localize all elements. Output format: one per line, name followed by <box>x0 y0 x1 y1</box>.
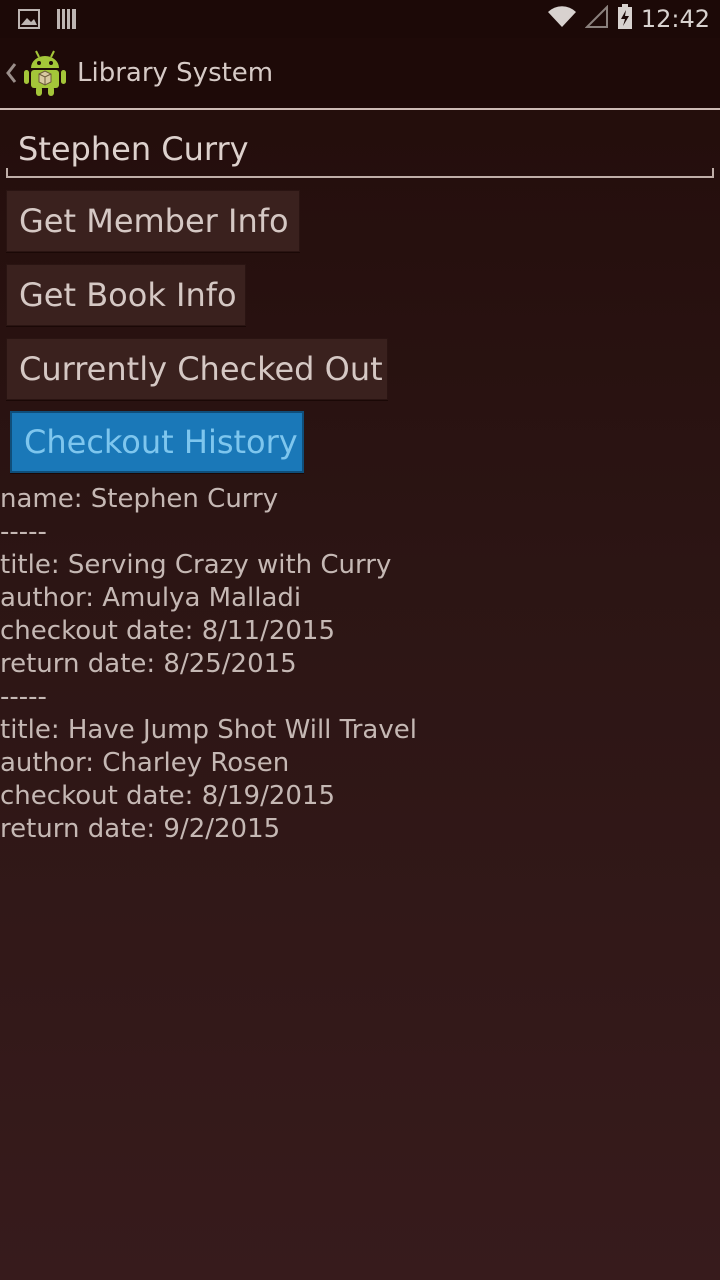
member-name-input[interactable]: Stephen Curry <box>6 120 714 178</box>
output-line: return date: 8/25/2015 <box>0 649 297 679</box>
output-separator: ----- <box>0 517 47 547</box>
signal-icon <box>584 4 609 33</box>
output-line: author: Charley Rosen <box>0 748 290 778</box>
member-name-value[interactable]: Stephen Curry <box>18 130 249 168</box>
app-title: Library System <box>77 58 274 88</box>
currently-checked-out-button[interactable]: Currently Checked Out <box>6 338 388 400</box>
battery-charging-icon <box>617 4 633 34</box>
output-line: title: Serving Crazy with Curry <box>0 550 392 580</box>
barcode-icon <box>56 8 78 34</box>
output-line: name: Stephen Curry <box>0 484 279 514</box>
status-bar: 12:42 <box>0 0 720 38</box>
checkout-history-button[interactable]: Checkout History <box>10 411 304 473</box>
wifi-icon <box>547 5 577 33</box>
output-line: checkout date: 8/19/2015 <box>0 781 336 811</box>
output-separator: ----- <box>0 682 47 712</box>
input-underline <box>6 168 714 178</box>
back-chevron-icon[interactable] <box>4 62 18 84</box>
android-logo-icon[interactable] <box>22 48 68 98</box>
get-book-info-button[interactable]: Get Book Info <box>6 264 246 326</box>
result-output: name: Stephen Curry ----- title: Serving… <box>0 483 720 846</box>
gallery-icon <box>18 9 40 33</box>
output-line: return date: 9/2/2015 <box>0 814 281 844</box>
get-member-info-button[interactable]: Get Member Info <box>6 190 300 252</box>
output-line: title: Have Jump Shot Will Travel <box>0 715 417 745</box>
output-line: author: Amulya Malladi <box>0 583 302 613</box>
action-bar: Library System <box>0 38 720 110</box>
status-time: 12:42 <box>640 5 710 33</box>
output-line: checkout date: 8/11/2015 <box>0 616 336 646</box>
